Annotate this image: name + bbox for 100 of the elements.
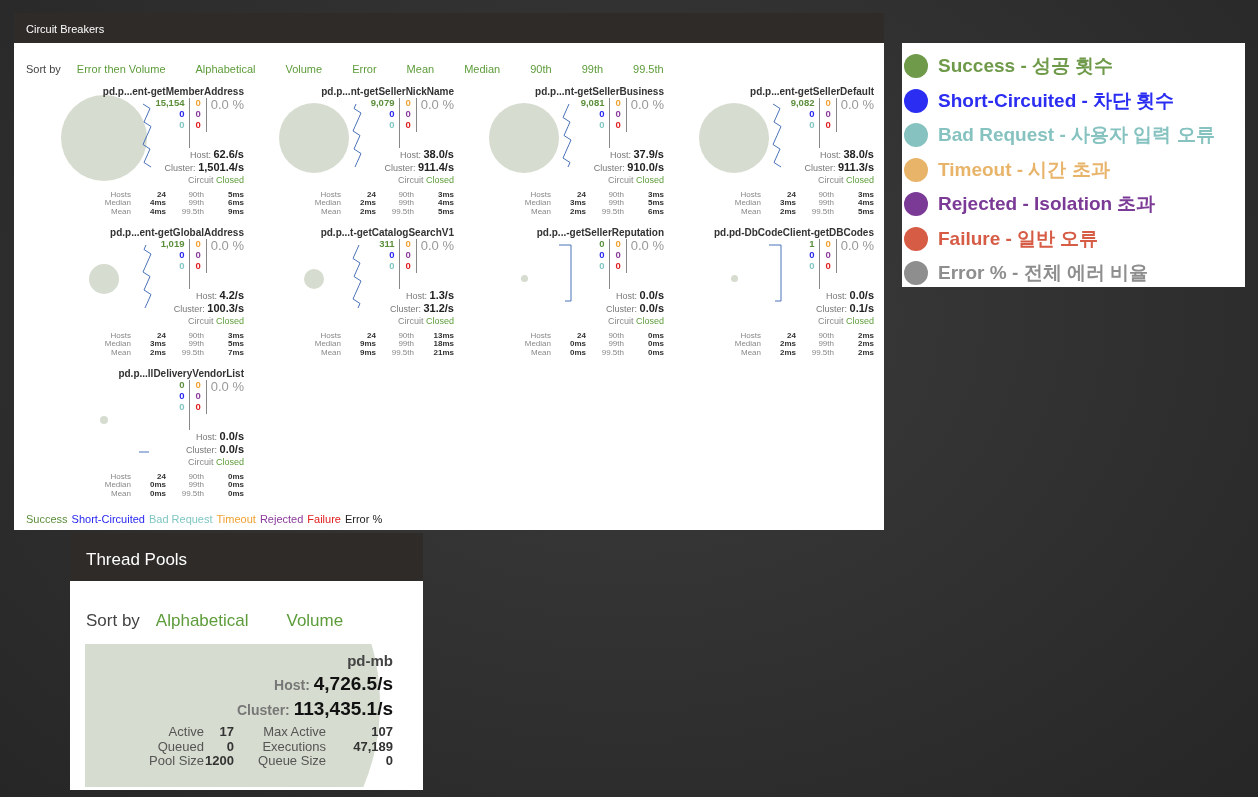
error-percent: 0.0 % [419,98,454,114]
sort-link[interactable]: 99th [581,61,604,78]
host-label: Host: [406,291,429,301]
sort-link[interactable]: Error [352,61,377,78]
legend-label: Timeout - 시간 초과 [938,157,1110,182]
stat-label: 99th [187,199,204,209]
stat-label: Mean [530,208,551,217]
count-value: 0 [405,260,411,272]
count-value: 0 [825,98,831,109]
stat-value: 0ms [227,472,244,482]
stat-value: 0ms [227,490,244,499]
stat-label: 99.5th [180,208,204,217]
count-value: 0 [195,98,201,109]
stat-value: 18ms [432,340,454,350]
stat-label: 99.5th [390,208,414,217]
circuit-label: Circuit [607,175,635,186]
host-label: Host: [616,291,639,301]
stat-value: 0 [385,753,393,769]
stat-label: Hosts [739,331,761,341]
host-rate: 0.0/s [849,289,874,301]
host-rate: 4,726.5/s [313,673,393,694]
count-value: 0 [195,390,201,402]
stat-label: 99.5th [390,349,414,358]
cluster-label: Cluster: [593,162,626,173]
stat-value: 4ms [149,199,166,209]
sparkline [768,243,782,302]
sort-link[interactable]: Median [464,61,501,78]
count-value: 0 [389,249,395,261]
sort-link[interactable]: Error then Volume [76,61,166,78]
circuit-name: pd.p...-getSellerReputation [535,226,664,238]
stat-value: 2ms [359,208,376,217]
stat-label: Mean [110,490,131,499]
cluster-rate: 113,435.1/s [293,697,393,719]
circuit-name: pd.p...t-getCatalogSearchV1 [319,226,454,238]
stat-value: 0ms [569,340,586,350]
cluster-rate: 910.0/s [627,160,664,173]
legend-label: Rejected [259,511,304,527]
count-value: 0 [179,390,185,402]
stat-value: 9ms [359,349,376,358]
stat-label: 99.5th [600,349,624,358]
stat-label: 90th [187,190,204,200]
stat-label: 99.5th [180,349,204,358]
count-value: 0 [195,401,201,413]
stat-label: Median [733,199,761,209]
count-value: 0 [405,249,411,261]
circuit-label: Circuit [397,316,425,327]
circuit-status: Closed [216,316,244,327]
sort-link[interactable]: 90th [530,61,552,78]
host-rate: 0.0/s [639,289,664,301]
stat-label: 90th [187,472,204,482]
cluster-rate: 0.0/s [639,301,664,314]
stat-label: Hosts [529,190,551,200]
count-value: 0 [195,260,201,272]
stat-label: Mean [110,349,131,358]
host-rate: 38.0/s [843,148,874,160]
sort-link[interactable]: Alphabetical [195,61,256,78]
stat-value: 24 [366,190,376,200]
cluster-label: Cluster: [804,162,837,173]
circuit-name: pd.p...nt-getSellerNickName [320,85,454,97]
host-rate: 1.3/s [429,289,454,301]
stat-value: 9ms [227,208,244,217]
stat-label: Queued [156,739,204,754]
legend-label: Bad Request - 사용자 입력 오류 [938,123,1215,147]
stat-value: 3ms [857,190,874,200]
stat-label: Hosts [109,331,131,341]
count-value: 0 [615,260,621,272]
count-value: 0 [615,98,621,109]
host-label: Host: [196,432,219,442]
cluster-label: Cluster: [389,303,422,314]
circuit-name: pd.p...nt-getSellerBusiness [534,85,664,97]
stat-label: 99th [607,340,624,350]
stat-label: Hosts [109,190,131,200]
stat-label: 90th [397,190,414,200]
pool-name: pd-mb [346,650,393,671]
sort-link[interactable]: Volume [285,61,323,78]
host-rate: 38.0/s [423,148,454,160]
stat-value: 0 [225,739,234,754]
circuit-label: Circuit [187,457,215,468]
cluster-rate: 911.3/s [837,160,874,173]
stat-value: 0ms [647,331,664,341]
stat-value: 13ms [432,331,454,341]
stat-label: 90th [397,331,414,341]
count-value: 0 [825,239,831,250]
sort-link[interactable]: Alphabetical [155,608,249,634]
stat-label: Median [103,481,131,491]
stat-label: 90th [187,331,204,341]
stat-label: Median [523,340,551,350]
count-value: 9,079 [370,98,395,109]
error-percent: 0.0 % [839,239,874,255]
stat-value: 1200 [204,753,234,769]
sort-link[interactable]: Volume [286,608,344,634]
stat-value: 4ms [437,199,454,209]
stat-label: 90th [817,331,834,341]
sort-link[interactable]: Mean [406,61,435,78]
stat-value: 0ms [647,349,664,358]
sparkline [138,450,150,453]
sort-link[interactable]: 99.5th [633,61,664,78]
sort-label: Sort by [86,610,140,632]
cluster-rate: 911.4/s [417,160,454,173]
stat-label: Hosts [529,331,551,341]
